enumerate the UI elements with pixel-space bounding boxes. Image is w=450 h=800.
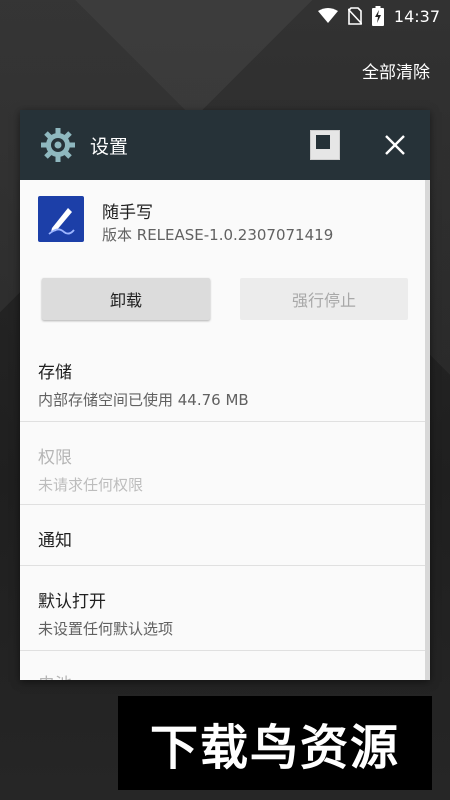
app-logo	[38, 196, 84, 242]
storage-section[interactable]: 存储 内部存储空间已使用 44.76 MB	[38, 358, 418, 410]
card-title: 设置	[90, 136, 129, 158]
recent-task-card[interactable]: 设置 随手写 版本 RELEASE-1.0.2307071419 卸载 强行停止…	[20, 110, 430, 680]
pin-button[interactable]	[310, 130, 340, 160]
pin-icon	[316, 135, 330, 149]
uninstall-button[interactable]: 卸载	[42, 278, 210, 320]
card-header: 设置	[20, 110, 430, 180]
scrollbar[interactable]	[425, 180, 430, 680]
status-time: 14:37	[393, 6, 440, 26]
storage-subtitle: 内部存储空间已使用 44.76 MB	[38, 391, 249, 409]
battery-section: 电池	[38, 670, 418, 680]
no-sim-icon	[347, 7, 362, 25]
pen-icon	[48, 208, 75, 235]
divider	[20, 421, 425, 422]
battery-title: 电池	[38, 670, 418, 680]
divider	[20, 650, 425, 651]
clear-all-button[interactable]: 全部清除	[362, 58, 430, 83]
status-icons: 14:37	[317, 6, 440, 26]
app-info: 随手写 版本 RELEASE-1.0.2307071419	[38, 196, 418, 256]
permissions-title: 权限	[38, 448, 72, 468]
open-by-default-subtitle: 未设置任何默认选项	[38, 620, 174, 638]
permissions-subtitle: 未请求任何权限	[38, 476, 144, 494]
notifications-section[interactable]: 通知	[38, 526, 418, 551]
gear-icon	[41, 128, 75, 162]
permissions-section: 权限 未请求任何权限	[38, 443, 418, 495]
open-by-default-title: 默认打开	[38, 592, 106, 612]
notifications-title: 通知	[38, 531, 72, 551]
battery-charging-icon	[371, 6, 384, 26]
app-name: 随手写	[102, 203, 153, 223]
close-icon[interactable]	[382, 132, 408, 158]
wifi-icon	[317, 8, 338, 23]
storage-title: 存储	[38, 363, 72, 383]
watermark-logo: 下载鸟资源	[118, 696, 432, 790]
status-bar: 14:37	[0, 0, 450, 32]
open-by-default-section[interactable]: 默认打开 未设置任何默认选项	[38, 587, 418, 639]
divider	[20, 565, 425, 566]
divider	[20, 504, 425, 505]
app-version: 版本 RELEASE-1.0.2307071419	[102, 226, 334, 244]
force-stop-button: 强行停止	[240, 278, 408, 320]
